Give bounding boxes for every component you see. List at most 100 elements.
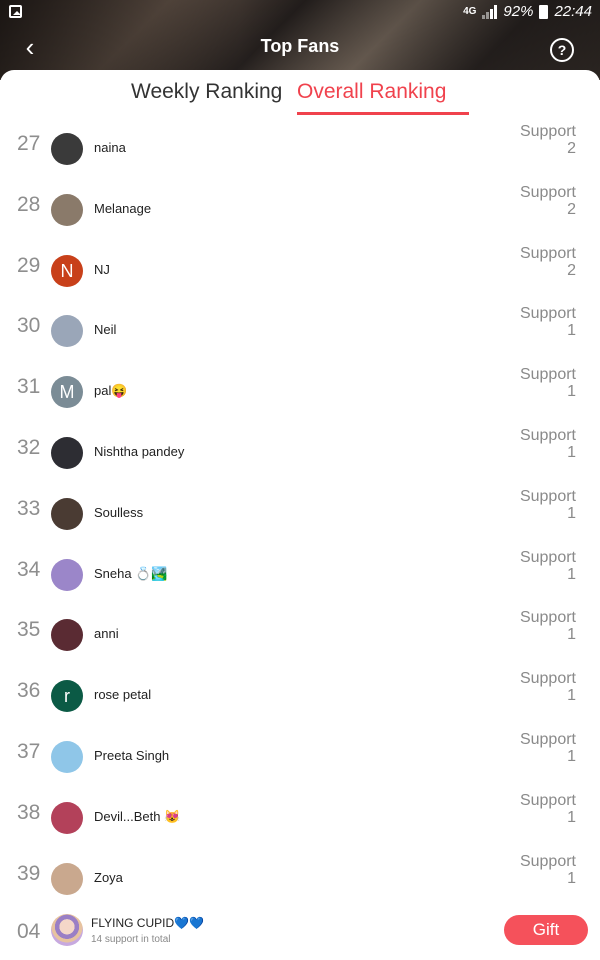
support-count: 1 xyxy=(567,383,576,401)
fan-row[interactable]: 28 Melanage Support 2 xyxy=(0,180,600,241)
support-count: 2 xyxy=(567,261,576,279)
fan-name[interactable]: naina xyxy=(94,140,126,155)
fan-row[interactable]: 30 Neil Support 1 xyxy=(0,301,600,362)
status-bar: 4G 92% 22:44 xyxy=(0,0,600,26)
fan-name[interactable]: Preeta Singh xyxy=(94,748,169,763)
support-label: Support xyxy=(519,487,576,505)
fan-row[interactable]: 32 Nishtha pandey Support 1 xyxy=(0,423,600,484)
support-label: Support xyxy=(519,609,576,627)
support-count: 1 xyxy=(567,687,576,705)
support-count: 1 xyxy=(567,443,576,461)
fan-name[interactable]: anni xyxy=(94,626,119,641)
my-avatar[interactable] xyxy=(51,914,83,946)
fan-support: Support 1 xyxy=(520,427,576,461)
support-label: Support xyxy=(519,852,576,870)
fan-rank: 31 xyxy=(17,375,41,399)
fan-row[interactable]: 27 naina Support 2 xyxy=(0,119,600,180)
support-count: 1 xyxy=(567,626,576,644)
support-count: 2 xyxy=(567,200,576,218)
fan-support: Support 1 xyxy=(520,488,576,522)
support-label: Support xyxy=(519,366,576,384)
fan-avatar[interactable] xyxy=(51,497,83,530)
header: 4G 92% 22:44 ‹ Top Fans ? xyxy=(0,0,600,80)
fan-name[interactable]: Zoya xyxy=(94,870,123,885)
fan-avatar[interactable] xyxy=(51,801,83,834)
fan-support: Support 1 xyxy=(520,731,576,765)
my-support-total: 14 support in total xyxy=(91,934,171,945)
fan-avatar[interactable] xyxy=(51,740,83,773)
fan-name[interactable]: Melanage xyxy=(94,201,151,216)
fan-support: Support 1 xyxy=(520,549,576,583)
fan-support: Support 2 xyxy=(520,123,576,157)
fan-row[interactable]: 29 N NJ Support 2 xyxy=(0,241,600,302)
gift-button[interactable]: Gift xyxy=(504,915,588,945)
ranking-sheet: Weekly Ranking Overall Ranking 27 naina Su… xyxy=(0,70,600,960)
battery-icon xyxy=(539,4,549,19)
gallery-icon xyxy=(9,5,22,18)
fan-row[interactable]: 38 Devil...Beth 😻 Support 1 xyxy=(0,788,600,849)
fan-name[interactable]: Soulless xyxy=(94,505,143,520)
my-ranking-bar: 04 FLYING CUPID💙💙 14 support in total Gi… xyxy=(0,900,600,960)
support-label: Support xyxy=(519,426,576,444)
fan-avatar[interactable] xyxy=(51,193,83,226)
fan-avatar[interactable] xyxy=(51,862,83,895)
fan-list: 27 naina Support 2 28 Melanage Support 2 29 N NJ Su… xyxy=(0,119,600,909)
fan-rank: 34 xyxy=(17,557,41,581)
fan-rank: 37 xyxy=(17,739,41,763)
fan-avatar[interactable]: r xyxy=(51,680,83,713)
fan-name[interactable]: pal😝 xyxy=(94,383,128,399)
support-count: 1 xyxy=(567,565,576,583)
fan-avatar[interactable] xyxy=(51,558,83,591)
help-icon[interactable]: ? xyxy=(550,38,574,62)
support-label: Support xyxy=(519,305,576,323)
active-tab-indicator xyxy=(297,112,469,115)
fan-rank: 39 xyxy=(17,861,41,885)
fan-name[interactable]: Devil...Beth 😻 xyxy=(94,809,180,825)
fan-support: Support 2 xyxy=(520,184,576,218)
support-count: 1 xyxy=(567,747,576,765)
support-label: Support xyxy=(519,730,576,748)
fan-avatar[interactable] xyxy=(51,133,83,165)
support-count: 1 xyxy=(567,322,576,340)
battery-percent: 92% xyxy=(503,3,534,20)
fan-name[interactable]: Neil xyxy=(94,322,116,337)
support-count: 1 xyxy=(567,808,576,826)
fan-avatar[interactable] xyxy=(51,619,83,652)
fan-rank: 32 xyxy=(17,435,41,459)
page-title: Top Fans xyxy=(260,36,340,56)
fan-row[interactable]: 35 anni Support 1 xyxy=(0,605,600,666)
fan-support: Support 1 xyxy=(520,853,576,887)
fan-rank: 33 xyxy=(17,496,41,520)
clock: 22:44 xyxy=(554,3,592,20)
fan-row[interactable]: 33 Soulless Support 1 xyxy=(0,484,600,545)
fan-rank: 36 xyxy=(17,679,41,703)
signal-icon xyxy=(482,4,498,19)
fan-rank: 29 xyxy=(17,253,41,277)
support-count: 1 xyxy=(567,504,576,522)
fan-avatar[interactable]: M xyxy=(51,376,83,409)
fan-rank: 38 xyxy=(17,800,41,824)
tab-overall-ranking[interactable]: Overall Ranking xyxy=(297,80,446,104)
tab-weekly-ranking[interactable]: Weekly Ranking xyxy=(131,80,282,104)
fan-avatar[interactable]: N xyxy=(51,254,83,287)
fan-name[interactable]: NJ xyxy=(94,262,110,277)
fan-row[interactable]: 31 Mpal😝 Support 1 xyxy=(0,362,600,423)
support-label: Support xyxy=(519,670,576,688)
fan-support: Support 1 xyxy=(520,792,576,826)
support-label: Support xyxy=(519,548,576,566)
fan-avatar[interactable] xyxy=(51,315,83,348)
fan-rank: 30 xyxy=(17,314,41,338)
fan-support: Support 2 xyxy=(520,245,576,279)
fan-row[interactable]: 34 Sneha 💍🏞️ Support 1 xyxy=(0,545,600,606)
support-label: Support xyxy=(519,791,576,809)
fan-row[interactable]: 36 r rose petal Support 1 xyxy=(0,666,600,727)
fan-name[interactable]: Sneha 💍🏞️ xyxy=(94,566,168,582)
fan-rank: 27 xyxy=(17,132,41,155)
fan-support: Support 1 xyxy=(520,366,576,400)
fan-name[interactable]: rose petal xyxy=(94,687,151,702)
fan-avatar[interactable] xyxy=(51,436,83,469)
support-label: Support xyxy=(519,244,576,262)
fan-row[interactable]: 37 Preeta Singh Support 1 xyxy=(0,727,600,788)
support-label: Support xyxy=(519,183,576,201)
fan-name[interactable]: Nishtha pandey xyxy=(94,444,184,459)
